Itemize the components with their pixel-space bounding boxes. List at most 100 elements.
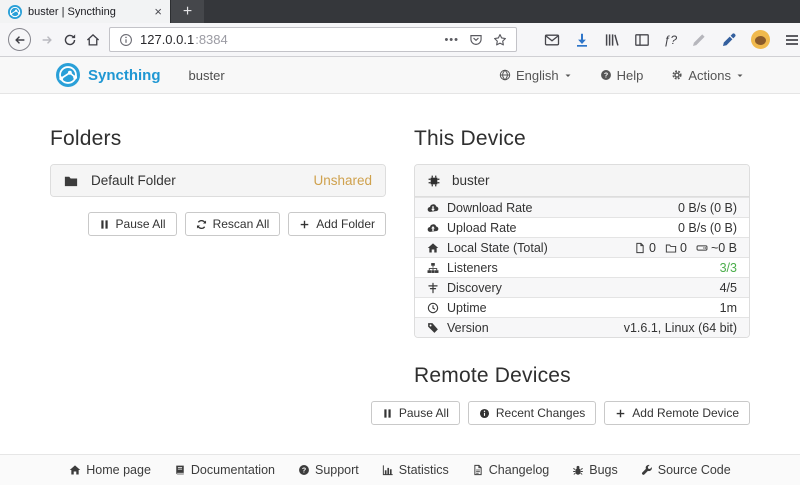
discovery-value: 4/5 bbox=[720, 281, 737, 295]
bug-icon bbox=[572, 464, 584, 476]
footer-source-code-link[interactable]: Source Code bbox=[641, 463, 731, 477]
pocket-icon[interactable] bbox=[469, 33, 483, 47]
back-arrow-icon bbox=[13, 33, 27, 47]
browser-tab-bar: buster | Syncthing × + bbox=[0, 0, 800, 23]
rescan-all-button[interactable]: Rescan All bbox=[185, 212, 281, 236]
footer-changelog-link[interactable]: Changelog bbox=[472, 463, 549, 477]
folder-panel: Default Folder Unshared bbox=[50, 164, 386, 197]
home-icon bbox=[69, 464, 81, 476]
browser-tab[interactable]: buster | Syncthing × bbox=[0, 0, 170, 23]
folder-row-default[interactable]: Default Folder Unshared bbox=[51, 165, 385, 196]
forward-arrow-icon bbox=[40, 33, 54, 47]
syncthing-brand[interactable]: Syncthing bbox=[56, 63, 161, 87]
browser-toolbar: 127.0.0.1 :8384 ••• ƒ? bbox=[0, 23, 800, 57]
browser-window: buster | Syncthing × + 127.0.0.1 :8384 •… bbox=[0, 0, 800, 485]
local-size-value: ~0 B bbox=[711, 241, 737, 255]
local-files-count: 0 bbox=[649, 241, 656, 255]
footer-documentation-link[interactable]: Documentation bbox=[174, 463, 275, 477]
bookmark-star-icon[interactable] bbox=[493, 33, 507, 47]
back-button[interactable] bbox=[8, 28, 31, 51]
library-icon[interactable] bbox=[604, 32, 620, 48]
device-section: This Device buster Download Rate 0 B/s (… bbox=[414, 127, 750, 425]
footer-bugs-link[interactable]: Bugs bbox=[572, 463, 618, 477]
pause-all-devices-button[interactable]: Pause All bbox=[371, 401, 460, 425]
gear-icon bbox=[671, 69, 683, 81]
device-row-version: Version v1.6.1, Linux (64 bit) bbox=[415, 317, 749, 337]
pause-icon bbox=[99, 219, 110, 230]
forward-button[interactable] bbox=[40, 33, 54, 47]
info-circle-icon bbox=[479, 408, 490, 419]
app-footer: Home page Documentation Support Statisti… bbox=[0, 454, 800, 485]
sync-icon bbox=[196, 219, 207, 230]
profile-avatar[interactable] bbox=[751, 30, 770, 49]
chevron-down-icon bbox=[564, 73, 572, 78]
sitemap-icon bbox=[427, 262, 439, 274]
help-menu[interactable]: Help bbox=[600, 68, 644, 83]
plus-icon bbox=[615, 408, 626, 419]
home-button[interactable] bbox=[86, 33, 100, 47]
new-tab-button[interactable]: + bbox=[170, 0, 204, 23]
footer-support-link[interactable]: Support bbox=[298, 463, 359, 477]
version-value: v1.6.1, Linux (64 bit) bbox=[624, 321, 737, 335]
pause-icon bbox=[382, 408, 393, 419]
chart-bar-icon bbox=[382, 464, 394, 476]
reload-button[interactable] bbox=[63, 33, 77, 47]
page-actions-icon[interactable]: ••• bbox=[444, 34, 459, 46]
tab-close-icon[interactable]: × bbox=[154, 5, 162, 18]
clock-icon bbox=[427, 302, 439, 314]
book-icon bbox=[174, 464, 186, 476]
actions-menu[interactable]: Actions bbox=[671, 68, 744, 83]
device-name: buster bbox=[452, 173, 490, 188]
upload-rate-value: 0 B/s (0 B) bbox=[678, 221, 737, 235]
discovery-stream-icon bbox=[427, 282, 439, 294]
footer-home-page-link[interactable]: Home page bbox=[69, 463, 151, 477]
file-alt-icon bbox=[472, 464, 484, 476]
folder-icon bbox=[64, 174, 78, 188]
add-folder-button[interactable]: Add Folder bbox=[288, 212, 386, 236]
footer-statistics-link[interactable]: Statistics bbox=[382, 463, 449, 477]
folder-name: Default Folder bbox=[91, 173, 176, 188]
syncthing-favicon-icon bbox=[8, 5, 22, 19]
downloads-icon[interactable] bbox=[574, 32, 590, 48]
this-device-panel: buster Download Rate 0 B/s (0 B) Upload … bbox=[414, 164, 750, 338]
globe-icon bbox=[499, 69, 511, 81]
language-menu[interactable]: English bbox=[499, 68, 572, 83]
wrench-icon bbox=[641, 464, 653, 476]
device-row-local-state: Local State (Total) 0 0 ~0 B bbox=[415, 237, 749, 257]
syncthing-navbar: Syncthing buster English Help Actions bbox=[0, 57, 800, 94]
uptime-value: 1m bbox=[720, 301, 737, 315]
edit-pencil-icon[interactable] bbox=[691, 32, 707, 48]
menu-hamburger-icon[interactable] bbox=[784, 32, 800, 48]
home-icon bbox=[86, 33, 100, 47]
pause-all-folders-button[interactable]: Pause All bbox=[88, 212, 177, 236]
folders-section: Folders Default Folder Unshared Pause Al… bbox=[50, 127, 386, 425]
cloud-download-icon bbox=[427, 202, 439, 214]
site-info-icon[interactable] bbox=[119, 33, 133, 47]
folder-status-badge: Unshared bbox=[313, 173, 372, 188]
tab-title: buster | Syncthing bbox=[28, 6, 148, 18]
extension-fx-icon[interactable]: ƒ? bbox=[664, 33, 677, 47]
download-rate-value: 0 B/s (0 B) bbox=[678, 201, 737, 215]
home-icon bbox=[427, 242, 439, 254]
eyedropper-icon[interactable] bbox=[721, 32, 737, 48]
device-row-uptime: Uptime 1m bbox=[415, 297, 749, 317]
syncthing-logo-icon bbox=[56, 63, 80, 87]
recent-changes-button[interactable]: Recent Changes bbox=[468, 401, 596, 425]
add-remote-device-button[interactable]: Add Remote Device bbox=[604, 401, 750, 425]
device-row-upload-rate: Upload Rate 0 B/s (0 B) bbox=[415, 217, 749, 237]
url-bar[interactable]: 127.0.0.1 :8384 ••• bbox=[109, 27, 517, 52]
device-hostname: buster bbox=[189, 68, 225, 83]
email-extension-icon[interactable] bbox=[544, 32, 560, 48]
listeners-value: 3/3 bbox=[720, 261, 737, 275]
device-header-row[interactable]: buster bbox=[415, 165, 749, 197]
url-host: 127.0.0.1 bbox=[140, 32, 194, 47]
hdd-icon bbox=[696, 242, 708, 254]
url-port: :8384 bbox=[195, 32, 228, 47]
remote-devices-heading: Remote Devices bbox=[414, 364, 750, 388]
tag-icon bbox=[427, 322, 439, 334]
folders-heading: Folders bbox=[50, 127, 386, 151]
sidebar-toggle-icon[interactable] bbox=[634, 32, 650, 48]
local-dirs-count: 0 bbox=[680, 241, 687, 255]
this-device-heading: This Device bbox=[414, 127, 750, 151]
reload-icon bbox=[63, 33, 77, 47]
